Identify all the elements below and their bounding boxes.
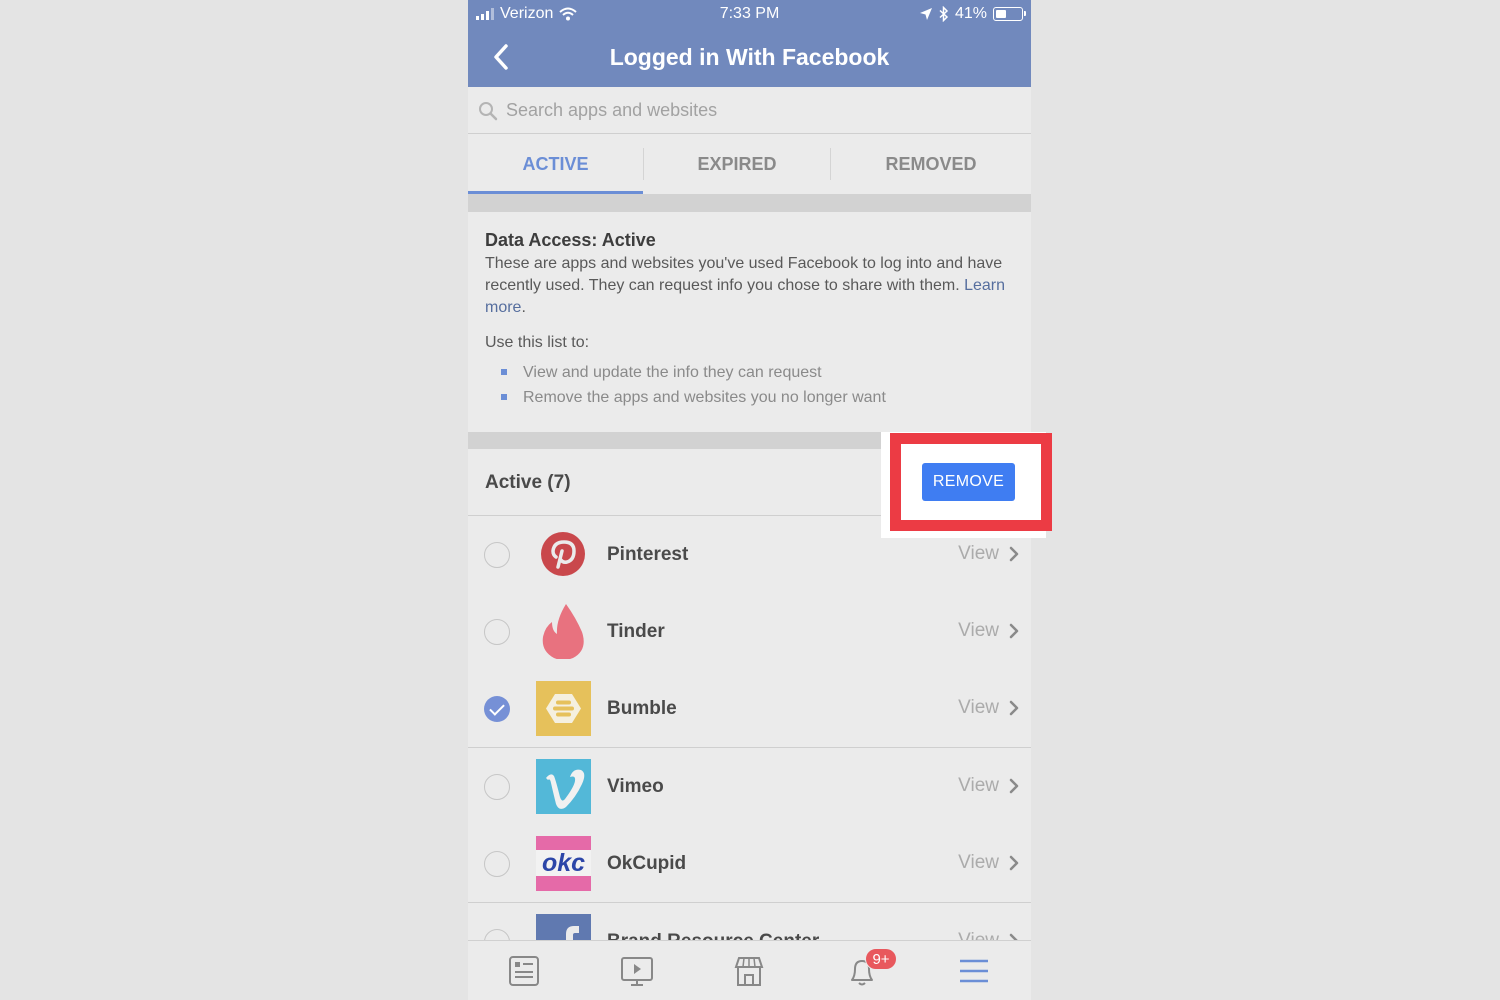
- bullet-list: View and update the info they can reques…: [485, 360, 1015, 410]
- chevron-right-icon: [1009, 546, 1019, 562]
- search-icon: [479, 102, 498, 121]
- watch-icon[interactable]: [619, 953, 655, 989]
- tab-divider: [643, 148, 644, 180]
- bumble-logo: [536, 681, 591, 736]
- vimeo-logo: [536, 759, 591, 814]
- tab-active[interactable]: ACTIVE: [468, 134, 643, 194]
- app-row-tinder[interactable]: Tinder View: [468, 593, 1031, 671]
- okcupid-logo-text: okc: [542, 849, 585, 877]
- view-link[interactable]: View: [958, 620, 1019, 642]
- marketplace-icon[interactable]: [731, 953, 767, 989]
- view-link[interactable]: View: [958, 697, 1019, 719]
- tinder-logo: [542, 604, 584, 659]
- tab-expired[interactable]: EXPIRED: [643, 134, 831, 194]
- tabs: ACTIVE EXPIRED REMOVED: [468, 134, 1031, 194]
- location-arrow-icon: [919, 8, 932, 20]
- app-name: Tinder: [607, 621, 665, 642]
- info-description-text: These are apps and websites you've used …: [485, 255, 1003, 294]
- view-link[interactable]: View: [958, 775, 1019, 797]
- tab-removed[interactable]: REMOVED: [831, 134, 1031, 194]
- chevron-right-icon: [1009, 623, 1019, 639]
- select-radio[interactable]: [484, 851, 510, 877]
- status-right: 41%: [919, 5, 1026, 23]
- status-bar: Verizon 7:33 PM 41%: [468, 0, 1031, 28]
- view-label: View: [958, 852, 999, 873]
- battery-percent: 41%: [954, 5, 987, 22]
- view-link[interactable]: View: [958, 543, 1019, 565]
- app-name: OkCupid: [607, 853, 687, 874]
- app-name: Pinterest: [607, 544, 689, 565]
- info-description: These are apps and websites you've used …: [485, 253, 1015, 319]
- select-radio[interactable]: [484, 619, 510, 645]
- okcupid-logo: okc: [536, 836, 591, 891]
- app-name: Vimeo: [607, 776, 664, 797]
- battery-icon: [993, 7, 1026, 21]
- tab-divider: [830, 148, 831, 180]
- menu-icon[interactable]: [956, 953, 992, 989]
- select-radio[interactable]: [484, 774, 510, 800]
- info-period: .: [521, 299, 526, 316]
- remove-button[interactable]: REMOVE: [922, 463, 1015, 501]
- notification-badge: 9+: [865, 948, 897, 970]
- info-title: Data Access: Active: [485, 230, 656, 250]
- bullet-item: Remove the apps and websites you no long…: [501, 385, 1015, 410]
- section-divider: [468, 194, 1031, 212]
- bullet-item: View and update the info they can reques…: [501, 360, 1015, 385]
- chevron-right-icon: [1009, 778, 1019, 794]
- pinterest-logo: [541, 532, 585, 576]
- app-name: Bumble: [607, 698, 677, 719]
- page-title: Logged in With Facebook: [609, 44, 890, 70]
- view-label: View: [958, 697, 999, 718]
- data-access-info: Data Access: Active These are apps and w…: [468, 212, 1031, 432]
- view-label: View: [958, 775, 999, 796]
- app-row-okcupid[interactable]: okc OkCupid View: [468, 825, 1031, 903]
- app-row-vimeo[interactable]: Vimeo View: [468, 748, 1031, 826]
- bluetooth-icon: [939, 6, 949, 22]
- active-count: Active (7): [485, 472, 571, 493]
- search-input[interactable]: [506, 95, 1006, 125]
- view-label: View: [958, 620, 999, 641]
- view-label: View: [958, 543, 999, 564]
- app-row-bumble[interactable]: Bumble View: [468, 670, 1031, 748]
- select-radio[interactable]: [484, 542, 510, 568]
- news-feed-icon[interactable]: [506, 953, 542, 989]
- chevron-right-icon: [1009, 700, 1019, 716]
- use-list-label: Use this list to:: [485, 334, 590, 351]
- chevron-right-icon: [1009, 855, 1019, 871]
- search-bar: [468, 87, 1031, 134]
- bottom-tab-bar: 9+: [468, 940, 1031, 1000]
- select-radio-checked[interactable]: [484, 696, 510, 722]
- view-link[interactable]: View: [958, 852, 1019, 874]
- nav-header: Verizon 7:33 PM 41% Logged in With Faceb…: [468, 0, 1031, 87]
